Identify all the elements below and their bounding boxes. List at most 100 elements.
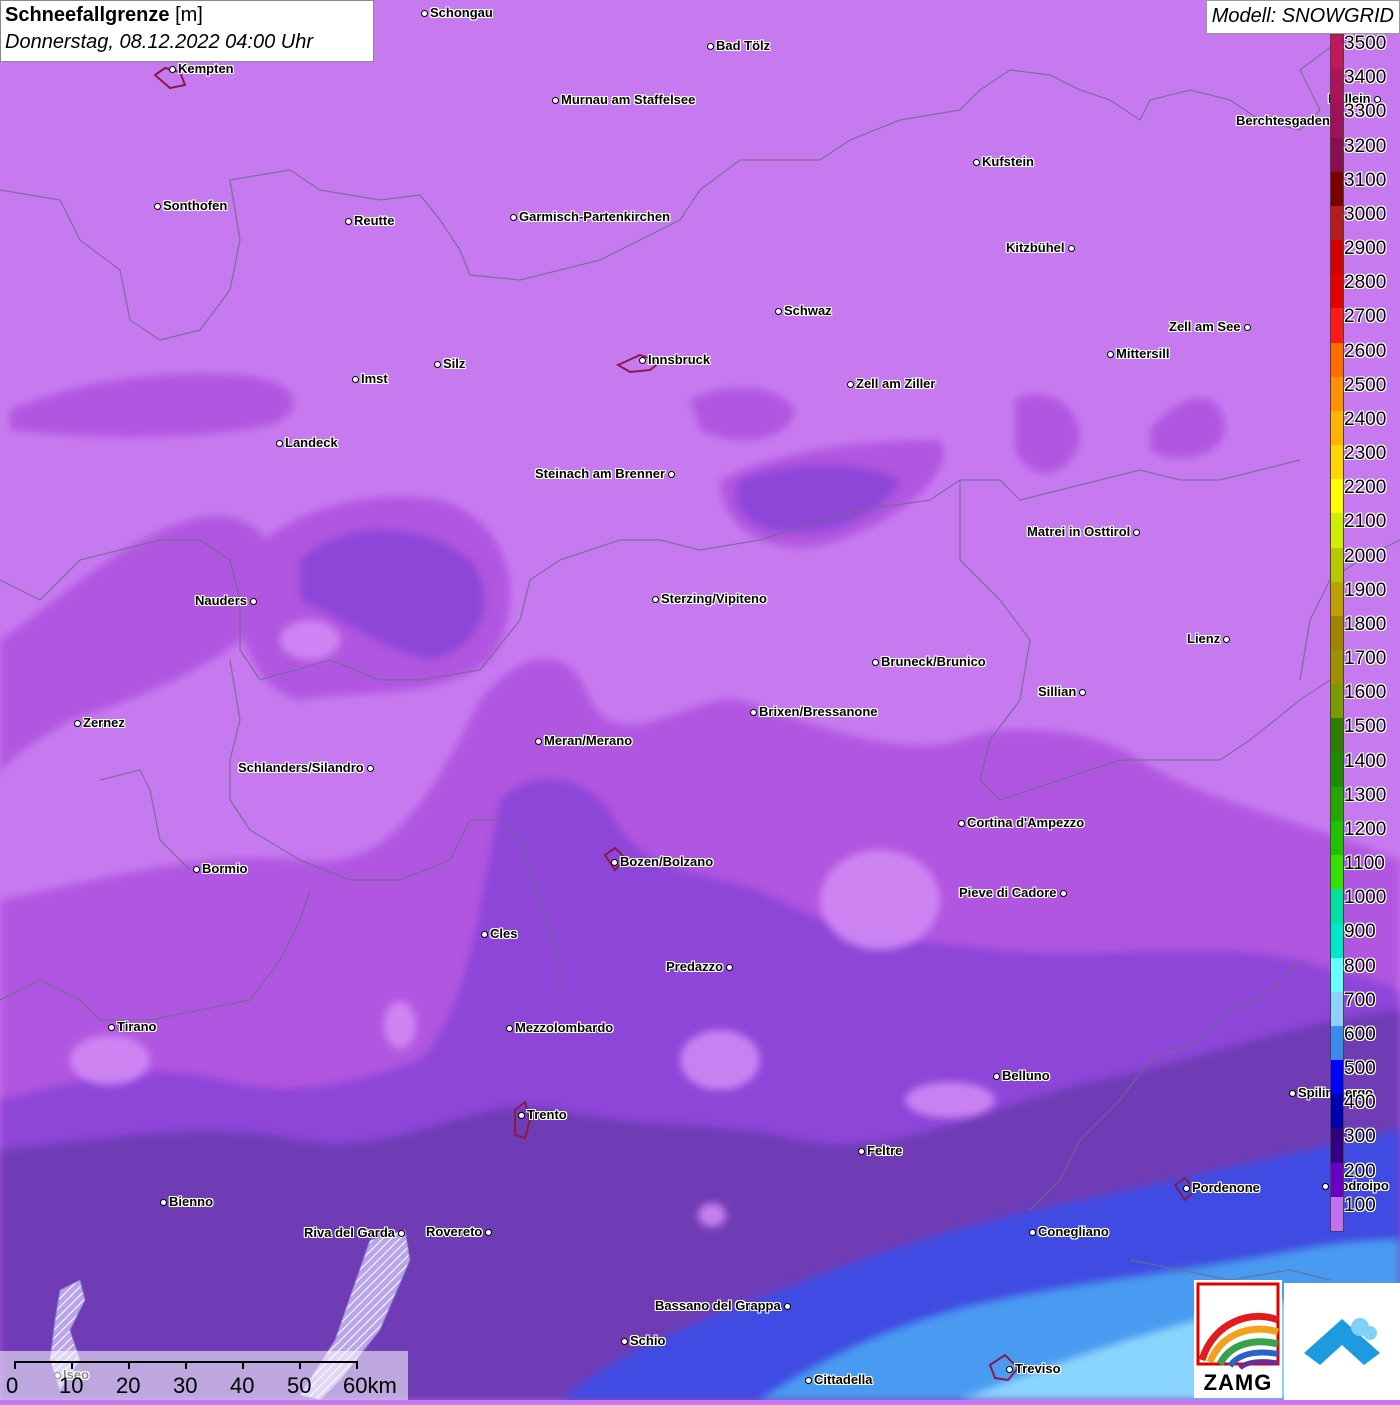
city-dot-conegliano bbox=[1028, 1228, 1036, 1236]
legend-swatch bbox=[1331, 103, 1343, 138]
city-dot-feltre bbox=[857, 1147, 865, 1155]
city-dot-predazzo bbox=[725, 963, 733, 971]
legend-label: 3300 bbox=[1344, 101, 1387, 123]
city-dot-cortina-d-ampezzo bbox=[957, 819, 965, 827]
city-label-riva-del-garda: Riva del Garda bbox=[304, 1225, 396, 1240]
scale-tick bbox=[128, 1361, 130, 1369]
legend-swatch bbox=[1331, 1196, 1343, 1232]
legend-swatch bbox=[1331, 35, 1343, 70]
legend-label: 900 bbox=[1344, 921, 1376, 943]
legend-swatch bbox=[1331, 410, 1343, 446]
city-dot-bruneck-brunico bbox=[871, 658, 879, 666]
scale-label: 60km bbox=[343, 1373, 397, 1398]
city-dot-zernez bbox=[73, 719, 81, 727]
city-label-trento: Trento bbox=[527, 1107, 567, 1122]
legend-label: 400 bbox=[1344, 1092, 1376, 1114]
city-label-cortina-d-ampezzo: Cortina d'Ampezzo bbox=[967, 815, 1085, 830]
legend-label: 3200 bbox=[1344, 135, 1387, 157]
scale-tick bbox=[71, 1361, 73, 1369]
legend-swatch bbox=[1331, 889, 1343, 924]
city-label-imst: Imst bbox=[361, 371, 388, 386]
legend-label: 2300 bbox=[1344, 443, 1387, 465]
city-dot-zell-am-ziller bbox=[846, 380, 854, 388]
legend-label: 1800 bbox=[1344, 613, 1387, 635]
city-label-mittersill: Mittersill bbox=[1116, 346, 1170, 361]
city-label-mezzolombardo: Mezzolombardo bbox=[515, 1020, 614, 1035]
city-label-meran-merano: Meran/Merano bbox=[544, 733, 633, 748]
city-label-cles: Cles bbox=[490, 926, 518, 941]
city-dot-meran-merano bbox=[534, 737, 542, 745]
city-label-conegliano: Conegliano bbox=[1038, 1224, 1109, 1239]
city-label-kitzb-hel: Kitzbühel bbox=[1006, 240, 1065, 255]
city-dot-imst bbox=[351, 375, 359, 383]
city-dot-kempten bbox=[168, 65, 176, 73]
legend-swatch bbox=[1331, 820, 1343, 856]
city-label-sillian: Sillian bbox=[1038, 684, 1077, 699]
city-dot-zell-am-see bbox=[1243, 323, 1251, 331]
legend-label: 100 bbox=[1344, 1194, 1376, 1216]
scale-label: 0 bbox=[6, 1373, 19, 1398]
city-dot-trento bbox=[517, 1111, 525, 1119]
legend-swatch bbox=[1331, 1060, 1343, 1095]
scale-tick bbox=[185, 1361, 187, 1369]
city-label-zell-am-see: Zell am See bbox=[1169, 319, 1241, 334]
legend-swatch bbox=[1331, 752, 1343, 788]
city-label-schwaz: Schwaz bbox=[784, 303, 832, 318]
city-dot-murnau-am-staffelsee bbox=[551, 96, 559, 104]
scale-tick bbox=[14, 1361, 16, 1369]
city-label-landeck: Landeck bbox=[285, 435, 338, 450]
title-box: Schneefallgrenze [m] Donnerstag, 08.12.2… bbox=[0, 0, 374, 62]
legend-label: 2800 bbox=[1344, 272, 1387, 294]
legend-swatch bbox=[1331, 547, 1343, 583]
city-dot-treviso bbox=[1005, 1365, 1013, 1373]
legend-label: 1500 bbox=[1344, 716, 1387, 738]
city-dot-silz bbox=[433, 360, 441, 368]
city-label-bienno: Bienno bbox=[169, 1194, 214, 1209]
city-label-murnau-am-staffelsee: Murnau am Staffelsee bbox=[561, 92, 696, 107]
city-label-pieve-di-cadore: Pieve di Cadore bbox=[959, 885, 1057, 900]
city-dot-reutte bbox=[344, 217, 352, 225]
legend-swatch bbox=[1331, 69, 1343, 104]
legend-swatch bbox=[1331, 1128, 1343, 1164]
cloud-logo bbox=[1284, 1283, 1400, 1400]
city-dot-sterzing-vipiteno bbox=[651, 595, 659, 603]
model-label: Modell: SNOWGRID bbox=[1205, 0, 1400, 34]
legend-swatch bbox=[1331, 342, 1343, 378]
legend-label: 1300 bbox=[1344, 784, 1387, 806]
city-label-belluno: Belluno bbox=[1002, 1068, 1050, 1083]
city-dot-brixen-bressanone bbox=[749, 708, 757, 716]
legend-swatch bbox=[1331, 308, 1343, 344]
city-label-feltre: Feltre bbox=[867, 1143, 903, 1158]
scale-label: 40 bbox=[230, 1373, 255, 1398]
city-dot-sillian bbox=[1078, 688, 1086, 696]
legend-label: 2500 bbox=[1344, 374, 1387, 396]
city-dot-tirano bbox=[107, 1023, 115, 1031]
legend-label: 2400 bbox=[1344, 408, 1387, 430]
cloud-arrow-icon bbox=[1304, 1318, 1380, 1365]
city-label-rovereto: Rovereto bbox=[426, 1224, 483, 1239]
city-dot-bad-t-lz bbox=[706, 42, 714, 50]
city-dot-matrei-in-osttirol bbox=[1132, 528, 1140, 536]
legend-label: 3100 bbox=[1344, 169, 1387, 191]
city-dot-bassano-del-grappa bbox=[783, 1302, 791, 1310]
city-label-berchtesgaden: Berchtesgaden bbox=[1236, 113, 1330, 128]
scale-label: 10 bbox=[59, 1373, 84, 1398]
city-label-nauders: Nauders bbox=[195, 593, 248, 608]
legend-swatch bbox=[1331, 923, 1343, 959]
legend-label: 1700 bbox=[1344, 648, 1387, 670]
legend-label: 2700 bbox=[1344, 306, 1387, 328]
city-dot-bienno bbox=[159, 1198, 167, 1206]
city-dot-codroipo bbox=[1321, 1182, 1329, 1190]
city-label-schongau: Schongau bbox=[430, 5, 493, 20]
legend-label: 1200 bbox=[1344, 818, 1387, 840]
city-dot-nauders bbox=[249, 597, 257, 605]
legend-label: 2900 bbox=[1344, 238, 1387, 260]
city-label-silz: Silz bbox=[443, 356, 466, 371]
city-dot-innsbruck bbox=[638, 356, 646, 364]
city-label-bormio: Bormio bbox=[202, 861, 248, 876]
color-legend bbox=[1330, 34, 1344, 1232]
legend-swatch bbox=[1331, 1025, 1343, 1061]
legend-label: 1900 bbox=[1344, 579, 1387, 601]
city-dot-mezzolombardo bbox=[505, 1024, 513, 1032]
city-label-zell-am-ziller: Zell am Ziller bbox=[856, 376, 936, 391]
